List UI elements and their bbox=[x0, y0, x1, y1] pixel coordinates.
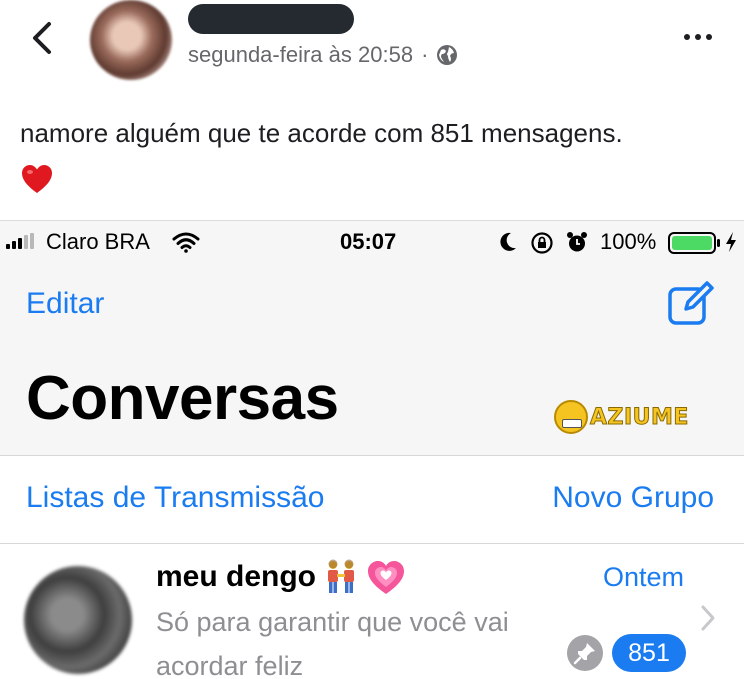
wifi-icon bbox=[172, 232, 200, 253]
more-icon-dot bbox=[684, 34, 690, 40]
sparkling-heart-icon bbox=[368, 561, 405, 594]
red-heart-icon bbox=[22, 165, 52, 193]
grinning-face-icon bbox=[554, 400, 588, 434]
author-avatar[interactable] bbox=[90, 0, 172, 80]
more-icon-dot bbox=[695, 34, 701, 40]
chevron-right-icon bbox=[701, 605, 715, 631]
page-title: Conversas bbox=[26, 364, 339, 433]
new-group-link[interactable]: Novo Grupo bbox=[552, 481, 714, 515]
contact-avatar bbox=[24, 566, 132, 674]
more-options-button[interactable] bbox=[678, 24, 718, 50]
contact-name-row: meu dengo bbox=[156, 558, 406, 596]
status-time: 05:07 bbox=[340, 229, 397, 254]
author-name-redacted[interactable] bbox=[188, 4, 354, 34]
charging-bolt-icon bbox=[726, 232, 736, 252]
contact-name: meu dengo bbox=[156, 560, 317, 593]
moon-icon bbox=[500, 232, 516, 251]
broadcast-lists-link[interactable]: Listas de Transmissão bbox=[26, 481, 324, 515]
battery-percentage: 100% bbox=[600, 229, 657, 254]
chevron-left-icon bbox=[33, 22, 51, 54]
compose-icon[interactable] bbox=[666, 279, 716, 329]
pin-icon bbox=[567, 635, 603, 671]
post-timestamp[interactable]: segunda-feira às 20:58 bbox=[188, 42, 413, 68]
post-header: segunda-feira às 20:58 · bbox=[0, 0, 744, 100]
globe-icon bbox=[437, 45, 458, 65]
more-icon-dot bbox=[706, 34, 712, 40]
embedded-screenshot: Claro BRA 05:07 100% Editar Conversas AZ… bbox=[0, 220, 744, 679]
watermark-text: AZIUME bbox=[590, 404, 689, 430]
alarm-icon bbox=[567, 232, 587, 252]
meta-separator: · bbox=[421, 42, 429, 67]
unread-count-badge: 851 bbox=[612, 634, 686, 672]
chat-list-item[interactable]: meu dengo Ontem Só para garantir que voc… bbox=[0, 544, 744, 679]
edit-button[interactable]: Editar bbox=[26, 287, 104, 321]
status-bar: Claro BRA 05:07 100% bbox=[0, 221, 744, 265]
battery-icon bbox=[668, 232, 720, 254]
couple-icon bbox=[328, 559, 355, 593]
watermark-logo: AZIUME bbox=[554, 399, 696, 435]
chat-preview: Só para garantir que você vai acordar fe… bbox=[156, 607, 509, 679]
chat-timestamp: Ontem bbox=[602, 562, 684, 592]
back-button[interactable] bbox=[26, 18, 58, 58]
post-meta: segunda-feira às 20:58 · bbox=[188, 40, 458, 70]
carrier-name: Claro BRA bbox=[46, 229, 150, 254]
signal-strength-icon bbox=[6, 233, 34, 249]
post-text: namore alguém que te acorde com 851 mens… bbox=[20, 118, 623, 148]
rotation-lock-icon bbox=[531, 232, 553, 254]
